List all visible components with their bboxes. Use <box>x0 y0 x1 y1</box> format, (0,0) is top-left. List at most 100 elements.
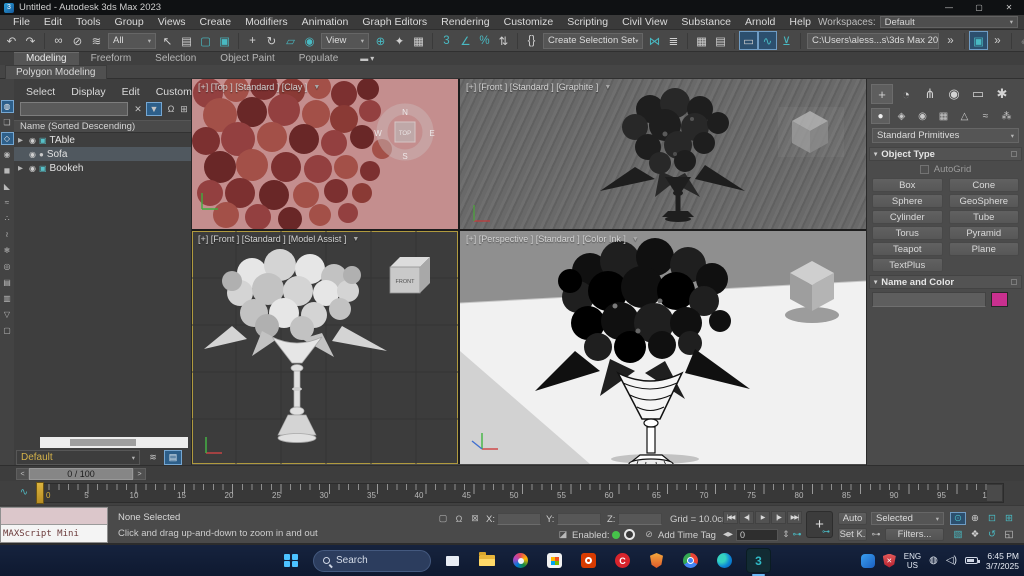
tab-modeling[interactable]: Modeling <box>14 52 79 65</box>
tab-populate[interactable]: Populate <box>287 52 350 65</box>
rollout-pin-icon[interactable] <box>1011 279 1017 285</box>
object-color-swatch[interactable] <box>991 292 1008 307</box>
custom-filter-icon[interactable]: ▢ <box>1 324 14 337</box>
viewport-filter-icon[interactable]: ▼ <box>632 236 639 243</box>
prev-frame-button[interactable]: ◀|| <box>739 511 754 524</box>
compass-north[interactable]: N <box>402 108 408 117</box>
viewport-front-graphite[interactable]: [+] [Front ] [Standard ] [Graphite ]▼ <box>460 79 866 229</box>
add-container-icon[interactable]: ⊞ <box>177 102 191 116</box>
snap-3d-icon[interactable]: 3 <box>437 31 456 50</box>
select-by-name-icon[interactable]: ▤ <box>177 31 196 50</box>
create-selection-set-dropdown[interactable]: Create Selection Set▾ <box>543 33 643 49</box>
display-shapes-icon[interactable]: ◇ <box>1 132 14 145</box>
primitive-class-dropdown[interactable]: Standard Primitives ▾ <box>872 128 1019 143</box>
viewport-splitter-vertical[interactable] <box>458 79 460 464</box>
filter-icon[interactable]: ▼ <box>146 102 162 116</box>
zoom-icon[interactable]: ⊙ <box>950 512 966 525</box>
toggle-layer-explorer-icon[interactable]: ▤ <box>164 450 182 465</box>
filter-combinations-icon[interactable]: ▽ <box>1 308 14 321</box>
viewcube-front-face[interactable]: FRONT <box>396 279 416 285</box>
undo-icon[interactable]: ↶ <box>2 31 21 50</box>
tray-app-icon[interactable] <box>861 554 875 568</box>
maxscript-mini-listener[interactable]: MAXScript Mini <box>0 507 108 543</box>
timeline-ruler[interactable]: 5101520253035404550556065707580859095100 <box>38 483 1004 503</box>
active-layer-dropdown[interactable]: Default ▾ <box>16 450 140 465</box>
display-materials-icon[interactable]: ▤ <box>1 276 14 289</box>
add-time-tag[interactable]: Add Time Tag <box>658 530 716 541</box>
display-geometry-icon[interactable]: ❏ <box>1 116 14 129</box>
expand-icon[interactable]: ▶ <box>18 164 26 172</box>
object-type-cone[interactable]: Cone <box>949 178 1020 192</box>
maximize-viewport-icon[interactable]: ◱ <box>1001 528 1017 541</box>
tab-polygon-modeling[interactable]: Polygon Modeling <box>5 65 107 79</box>
menu-civil-view[interactable]: Civil View <box>615 16 674 28</box>
orbit-icon[interactable]: ↺ <box>984 528 1000 541</box>
x-coordinate-field[interactable] <box>497 513 541 525</box>
eye-icon[interactable]: ◉ <box>29 150 36 159</box>
keyboard-override-icon[interactable]: ▦ <box>409 31 428 50</box>
current-frame-field[interactable]: 0 <box>736 529 778 541</box>
lights-category[interactable]: ◉ <box>913 108 932 124</box>
menu-animation[interactable]: Animation <box>295 16 356 28</box>
viewport-perspective-color-ink[interactable]: [+] [Perspective ] [Standard ] [Color In… <box>460 231 866 464</box>
systems-category[interactable]: ⁂ <box>997 108 1016 124</box>
tab-object-paint[interactable]: Object Paint <box>208 52 286 65</box>
frame-forward-button[interactable]: > <box>133 468 146 480</box>
object-type-rollout[interactable]: ▾ Object Type <box>869 147 1022 161</box>
photos-button[interactable] <box>508 548 533 573</box>
lock-icon[interactable]: Ω <box>164 102 178 116</box>
explorer-menu-display[interactable]: Display <box>63 86 113 98</box>
layer-list-icon[interactable]: ≋ <box>144 450 162 465</box>
menu-scripting[interactable]: Scripting <box>560 16 615 28</box>
volume-icon[interactable]: ◁) <box>946 555 957 566</box>
maximize-button[interactable]: ▢ <box>964 0 994 15</box>
select-object-icon[interactable]: ↖ <box>158 31 177 50</box>
set-key-button[interactable]: Set K. <box>838 528 867 541</box>
name-and-color-rollout[interactable]: ▾ Name and Color <box>869 275 1022 289</box>
ribbon-toggle-icon[interactable]: ▭ <box>739 31 758 50</box>
object-type-torus[interactable]: Torus <box>872 226 943 240</box>
key-filter-icon[interactable]: ⊶ <box>870 528 882 541</box>
compass-west[interactable]: W <box>374 129 382 138</box>
viewport-label-text[interactable]: [+] [Front ] [Standard ] [Model Assist ] <box>198 234 346 244</box>
autobackup-icon[interactable]: ▣ <box>969 31 988 50</box>
explorer-row-bookeh[interactable]: ▶◉▣Bookeh <box>14 161 191 175</box>
explorer-menu-edit[interactable]: Edit <box>114 86 148 98</box>
ref-coord-dropdown[interactable]: View▾ <box>321 33 369 49</box>
create-tab[interactable]: + <box>871 84 893 104</box>
spacewarps-category[interactable]: ≈ <box>976 108 995 124</box>
geometry-category[interactable]: ● <box>871 108 890 124</box>
display-lights-icon[interactable]: ◉ <box>1 148 14 161</box>
object-type-textplus[interactable]: TextPlus <box>872 258 943 272</box>
viewport-label[interactable]: [+] [Perspective ] [Standard ] [Color In… <box>466 234 639 244</box>
toolbar-overflow-icon[interactable]: » <box>941 31 960 50</box>
frame-step-arrows[interactable]: ◀▶ <box>723 530 733 538</box>
display-spacewarps-icon[interactable]: ≈ <box>1 196 14 209</box>
frame-back-button[interactable]: < <box>16 468 29 480</box>
helpers-category[interactable]: △ <box>955 108 974 124</box>
rollout-pin-icon[interactable] <box>1011 151 1017 157</box>
menu-tools[interactable]: Tools <box>69 16 108 28</box>
expand-icon[interactable]: ▶ <box>18 136 26 144</box>
file-explorer-button[interactable] <box>474 548 499 573</box>
unlink-icon[interactable]: ⊘ <box>68 31 87 50</box>
menu-modifiers[interactable]: Modifiers <box>238 16 295 28</box>
viewport-label[interactable]: [+] [Front ] [Standard ] [Model Assist ]… <box>198 234 359 244</box>
ribbon-display-toggle-icon[interactable]: ▬ ▾ <box>360 54 374 63</box>
viewport-splitter-horizontal[interactable] <box>192 229 866 231</box>
time-slider[interactable]: 0 / 100 <box>29 468 133 480</box>
y-coordinate-field[interactable] <box>557 513 601 525</box>
redo-icon[interactable]: ↷ <box>21 31 40 50</box>
scrollbar-thumb[interactable] <box>70 439 136 446</box>
office-app-button[interactable] <box>576 548 601 573</box>
layer-explorer-toggle-icon[interactable]: ▤ <box>711 31 730 50</box>
viewport-label-text[interactable]: [+] [Front ] [Standard ] [Graphite ] <box>466 82 598 92</box>
selection-filter-dropdown[interactable]: All▾ <box>108 33 156 49</box>
record-icon[interactable] <box>624 529 635 540</box>
menu-help[interactable]: Help <box>782 16 818 28</box>
display-cameras-icon[interactable]: ◼ <box>1 164 14 177</box>
key-selection-dropdown[interactable]: Selected ▾ <box>871 512 944 525</box>
menu-edit[interactable]: Edit <box>37 16 69 28</box>
selection-lock-icon[interactable]: Ω <box>452 512 466 525</box>
viewcube-top-face[interactable]: TOP <box>399 131 411 137</box>
